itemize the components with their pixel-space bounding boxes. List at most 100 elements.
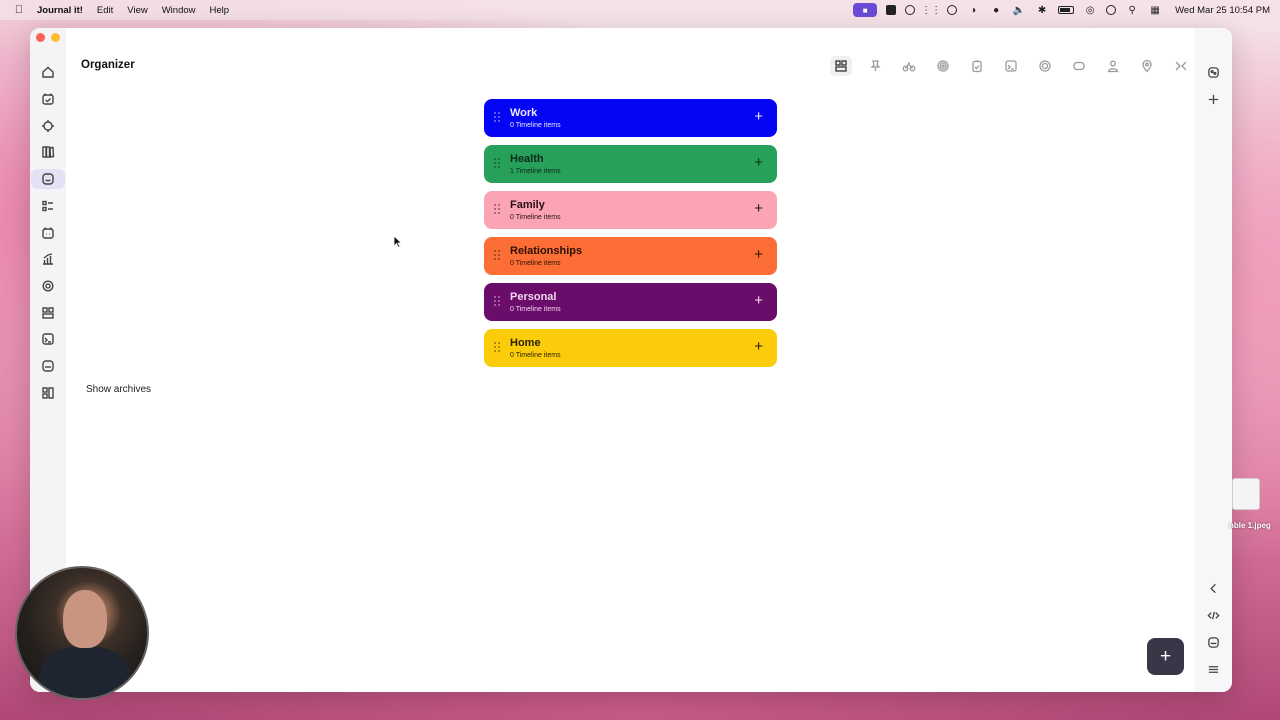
add-item-button[interactable]: +: [754, 201, 763, 217]
screen-recording-icon[interactable]: ■: [853, 3, 878, 17]
menu-edit[interactable]: Edit: [97, 5, 113, 16]
floating-add-button[interactable]: +: [1147, 638, 1184, 675]
calendar-icon: [42, 93, 54, 105]
add-item-button[interactable]: +: [754, 109, 763, 125]
drag-handle-icon[interactable]: [494, 204, 502, 216]
sidebar-item-widgets[interactable]: [31, 303, 65, 323]
toolbar-tasks-button[interactable]: [966, 56, 988, 76]
rail-code-button[interactable]: [1203, 605, 1223, 625]
presenter-head: [63, 590, 107, 648]
minimize-window-button[interactable]: [51, 33, 60, 42]
category-card-family[interactable]: Family 0 Timeline items +: [484, 191, 777, 229]
toolbar-places-button[interactable]: [1136, 56, 1158, 76]
menu-bar:  Journal it! Edit View Window Help ■ ⋮⋮…: [0, 0, 1280, 20]
moon-icon[interactable]: ◑: [966, 4, 980, 16]
show-archives-link[interactable]: Show archives: [86, 384, 151, 395]
menu-help[interactable]: Help: [210, 5, 230, 16]
rail-add-button[interactable]: [1203, 89, 1223, 109]
toolbar-collapse-button[interactable]: [1170, 56, 1192, 76]
right-rail: [1194, 28, 1232, 692]
sidebar-item-list[interactable]: [31, 196, 65, 216]
toolbar-layout-button[interactable]: [830, 56, 852, 76]
desktop-file-label[interactable]: nble 1.jpeg: [1229, 521, 1271, 530]
apple-menu-icon[interactable]: : [13, 4, 25, 16]
add-item-button[interactable]: +: [754, 247, 763, 263]
grid-dots-icon[interactable]: ⋮⋮: [921, 4, 941, 16]
drag-handle-icon[interactable]: [494, 112, 502, 124]
category-name: Relationships: [510, 245, 583, 257]
menubar-clock[interactable]: Wed Mar 25 10:54 PM: [1175, 5, 1270, 16]
rail-inbox-button[interactable]: [1203, 632, 1223, 652]
toolbar-goals-button[interactable]: [932, 56, 954, 76]
sidebar-item-library[interactable]: [31, 142, 65, 162]
app-status-icon[interactable]: [886, 5, 897, 15]
ai-assistant-button[interactable]: [1203, 62, 1223, 82]
control-center-icon[interactable]: ▦: [1148, 4, 1162, 16]
bike-icon: [902, 62, 916, 72]
siri-icon[interactable]: [1106, 5, 1117, 15]
sidebar-item-calendar[interactable]: [31, 223, 65, 243]
add-item-button[interactable]: +: [754, 293, 763, 309]
target-icon: [937, 60, 949, 72]
toolbar-activity-button[interactable]: [898, 56, 920, 76]
rail-collapse-button[interactable]: [1203, 578, 1223, 598]
app-window: Organizer Work 0 Timeline items + Health…: [30, 28, 1232, 692]
sidebar-item-settings[interactable]: [31, 276, 65, 296]
rail-menu-button[interactable]: [1203, 659, 1223, 679]
ai-icon: [1207, 66, 1219, 78]
menu-icon: [1208, 665, 1218, 673]
user-icon[interactable]: ●: [989, 4, 1003, 16]
main-content: Organizer Work 0 Timeline items + Health…: [66, 28, 1194, 692]
add-item-button[interactable]: +: [754, 155, 763, 171]
note-icon: [1005, 60, 1017, 72]
category-name: Family: [510, 199, 545, 211]
collapse-icon: [1175, 61, 1187, 71]
category-card-home[interactable]: Home 0 Timeline items +: [484, 329, 777, 367]
toolbar-habits-button[interactable]: [1034, 56, 1056, 76]
toolbar-pin-button[interactable]: [864, 56, 886, 76]
desktop-image-file-icon[interactable]: [1232, 478, 1260, 510]
drag-handle-icon[interactable]: [494, 296, 502, 308]
category-card-work[interactable]: Work 0 Timeline items +: [484, 99, 777, 137]
drag-handle-icon[interactable]: [494, 342, 502, 354]
add-item-button[interactable]: +: [754, 339, 763, 355]
record-icon[interactable]: [947, 5, 958, 15]
battery-icon[interactable]: [1058, 6, 1075, 14]
toolbar-notes-button[interactable]: [1000, 56, 1022, 76]
sidebar-item-home[interactable]: [31, 62, 65, 82]
sidebar-item-inbox[interactable]: [31, 356, 65, 376]
inbox-icon: [1207, 636, 1219, 648]
category-item-count: 0 Timeline items: [510, 214, 561, 221]
volume-icon[interactable]: 🔈: [1012, 4, 1026, 16]
category-card-relationships[interactable]: Relationships 0 Timeline items +: [484, 237, 777, 275]
wifi-icon[interactable]: ◎: [1083, 4, 1097, 16]
category-name: Health: [510, 153, 544, 165]
menu-window[interactable]: Window: [162, 5, 196, 16]
sidebar-item-stats[interactable]: [31, 249, 65, 269]
tag-icon: [1073, 61, 1085, 71]
sidebar-item-organizer[interactable]: [31, 169, 65, 189]
organizer-icon: [42, 173, 54, 185]
sidebar-item-today[interactable]: [31, 89, 65, 109]
person-icon: [1107, 60, 1119, 73]
sync-icon[interactable]: [905, 5, 916, 15]
books-icon: [42, 146, 55, 158]
drag-handle-icon[interactable]: [494, 158, 502, 170]
search-icon[interactable]: ⚲: [1125, 4, 1139, 16]
toolbar-people-button[interactable]: [1102, 56, 1124, 76]
close-window-button[interactable]: [36, 33, 45, 42]
category-item-count: 0 Timeline items: [510, 306, 561, 313]
app-menu[interactable]: Journal it!: [37, 5, 83, 16]
sidebar-item-layout[interactable]: [31, 383, 65, 403]
category-card-health[interactable]: Health 1 Timeline items +: [484, 145, 777, 183]
location-icon: [1142, 59, 1152, 73]
sidebar-item-focus[interactable]: [31, 116, 65, 136]
menu-view[interactable]: View: [127, 5, 147, 16]
category-item-count: 1 Timeline items: [510, 168, 561, 175]
sidebar-item-journal[interactable]: [31, 329, 65, 349]
spiral-icon: [1039, 60, 1051, 72]
drag-handle-icon[interactable]: [494, 250, 502, 262]
bluetooth-icon[interactable]: ✱: [1035, 4, 1049, 16]
category-card-personal[interactable]: Personal 0 Timeline items +: [484, 283, 777, 321]
toolbar-tags-button[interactable]: [1068, 56, 1090, 76]
